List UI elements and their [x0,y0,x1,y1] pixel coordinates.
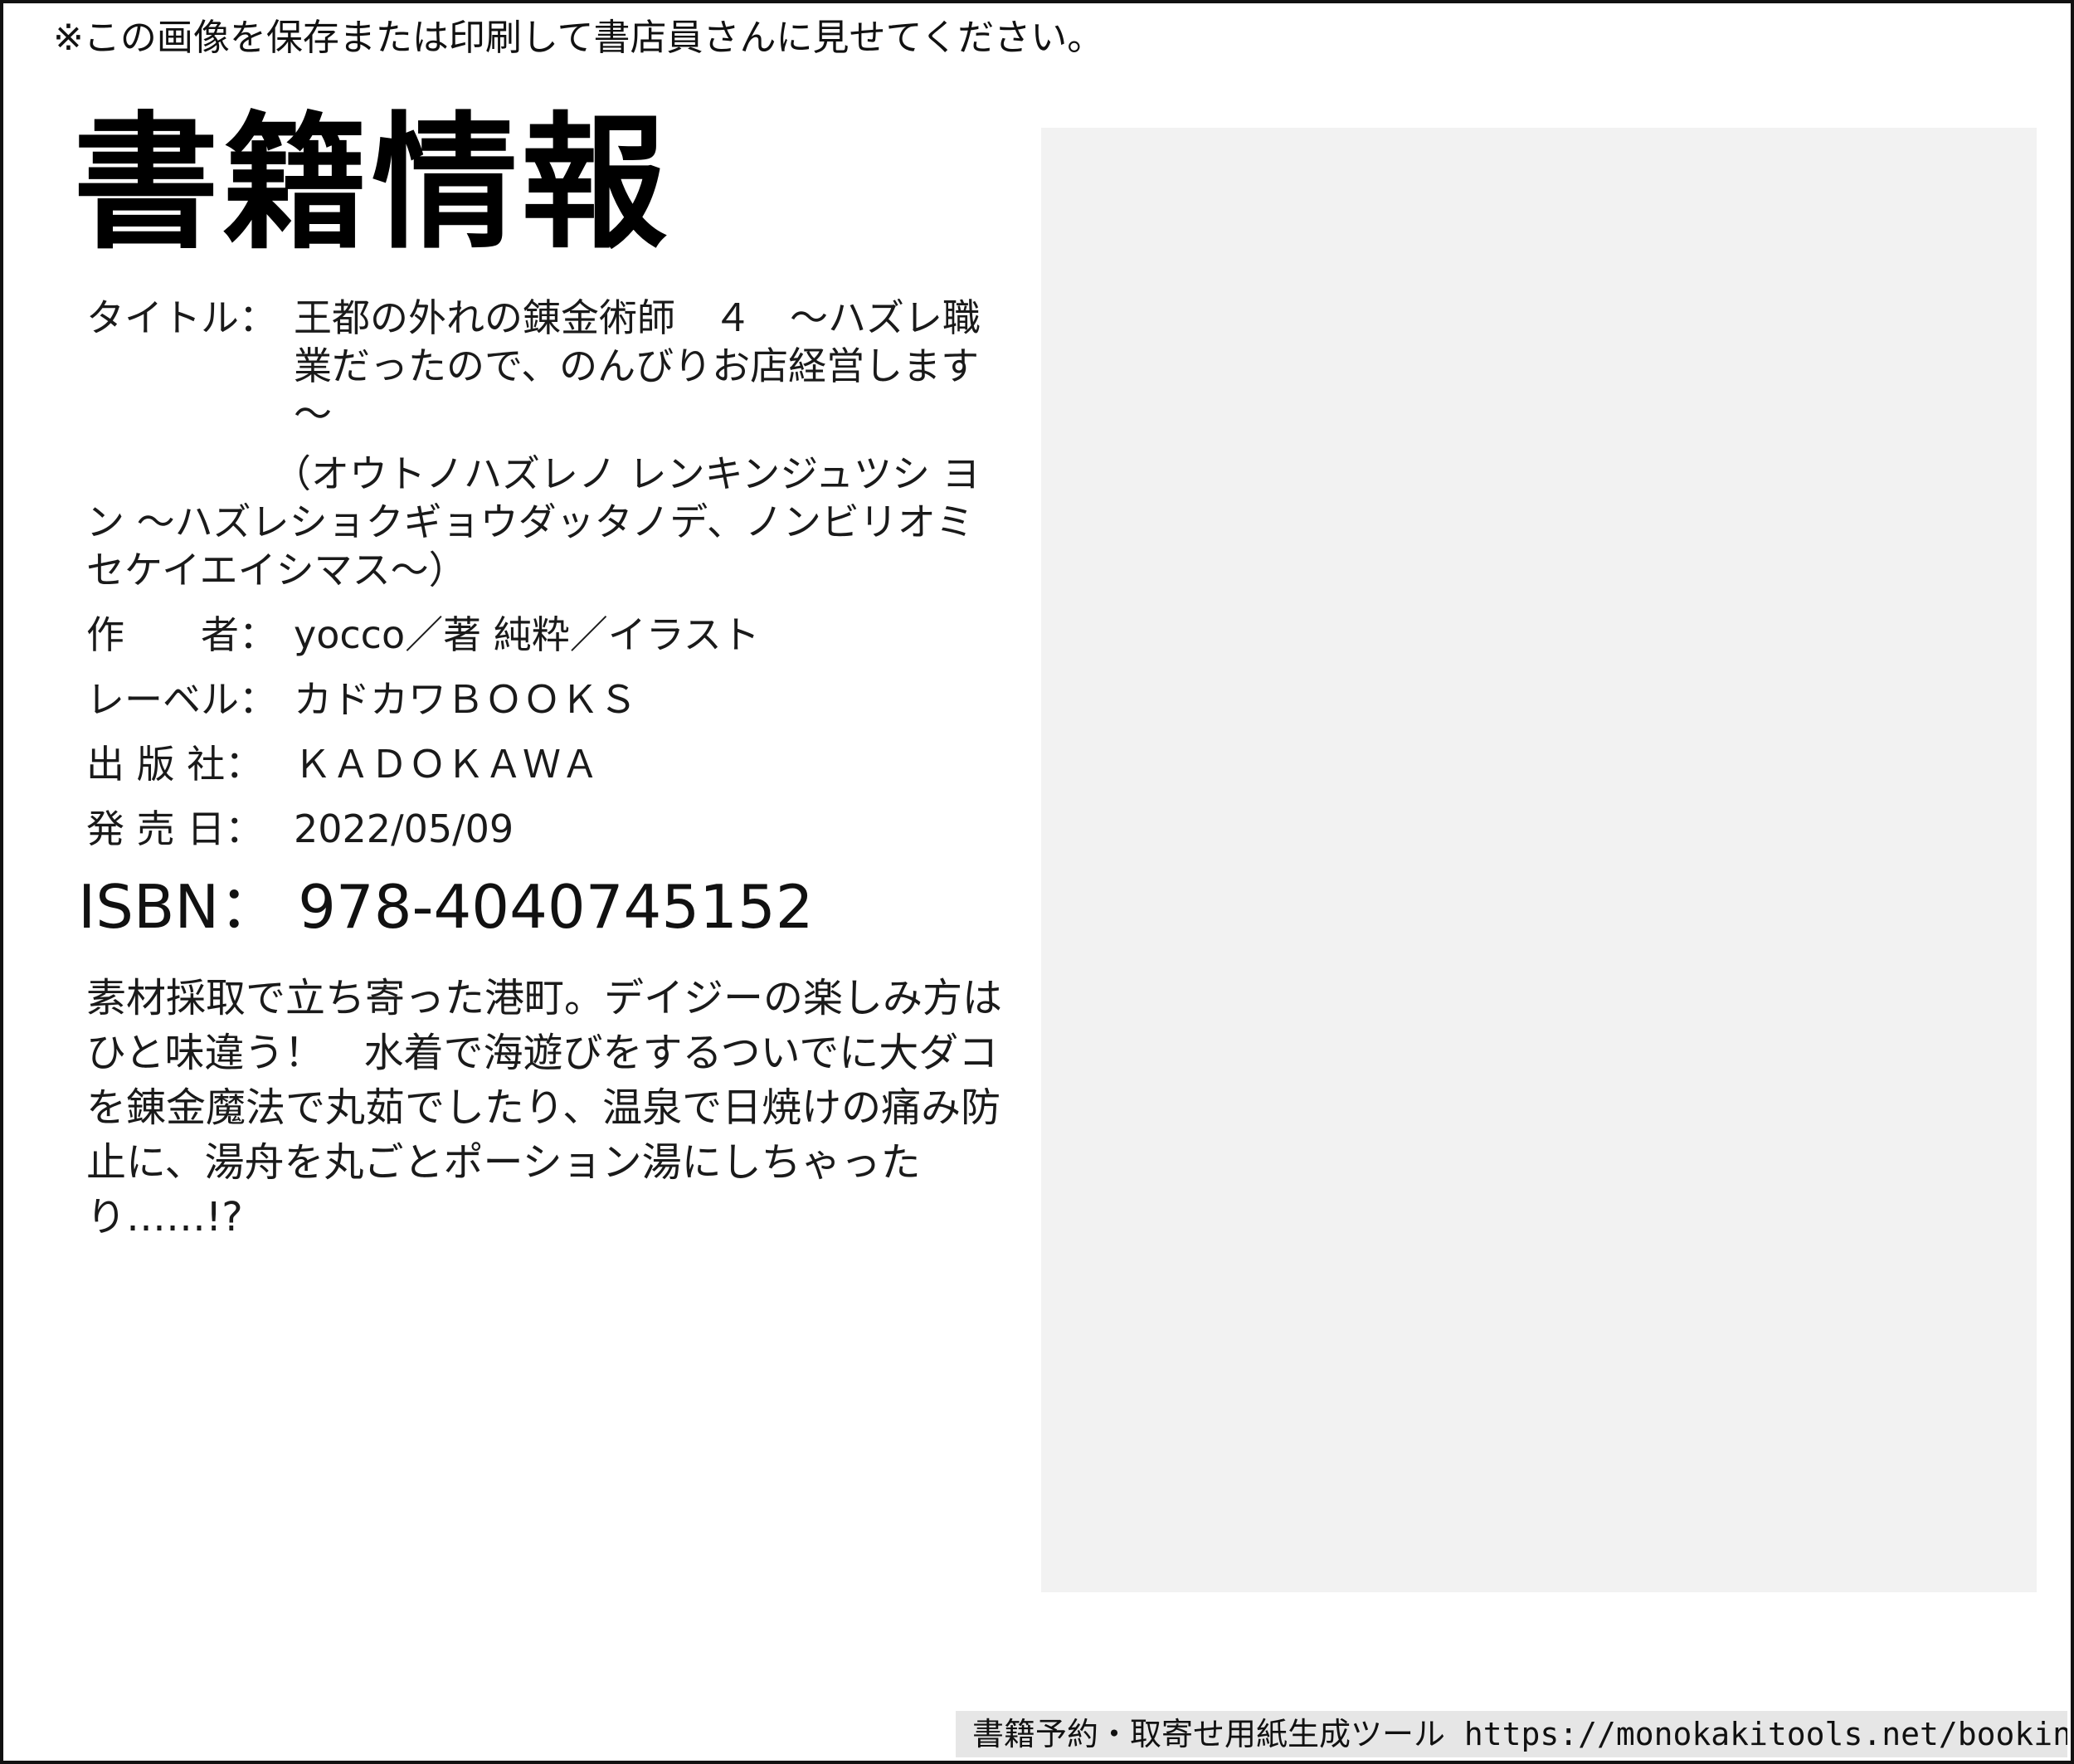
label-label: レーベル： [86,677,277,722]
book-title: 王都の外れの錬金術師 ４ ～ハズレ職業だったので、のんびりお店経営します～ [294,295,981,436]
author-label: 作 者： [86,612,277,657]
book-author: yocco／著 純粋／イラスト [294,612,760,657]
book-label: カドカワＢＯＯＫＳ [294,677,637,722]
book-title-reading: （オウトノハズレノ レンキンジュツシ ヨン ～ハズレショクギョウダッタノデ、ノン… [86,451,981,592]
page-frame: ※この画像を保存または印刷して書店員さんに見せてください。 書籍情報 タイトル：… [0,0,2074,1764]
author-row: 作 者： yocco／著 純粋／イラスト [86,611,1007,659]
release-date-row: 発 売 日： 2022/05/09 [86,805,1007,853]
title-row: タイトル： 王都の外れの錬金術師 ４ ～ハズレ職業だったので、のんびりお店経営し… [86,294,1007,438]
page-title: 書籍情報 [73,97,671,269]
footer-credit: 書籍予約・取寄せ用紙生成ツール https://monokakitools.ne… [956,1711,2067,1757]
release-date-label: 発 売 日： [86,806,264,851]
label-row: レーベル： カドカワＢＯＯＫＳ [86,675,1007,724]
publisher-label: 出 版 社： [86,742,264,787]
notice-text: ※この画像を保存または印刷して書店員さんに見せてください。 [53,17,1104,59]
book-info: タイトル： 王都の外れの錬金術師 ４ ～ハズレ職業だったので、のんびりお店経営し… [78,294,1007,1245]
publisher-row: 出 版 社： ＫＡＤＯＫＡＷＡ [86,740,1007,788]
cover-image [1041,128,2037,1592]
book-publisher: ＫＡＤＯＫＡＷＡ [294,742,599,787]
reading-row: （オウトノハズレノ レンキンジュツシ ヨン ～ハズレショクギョウダッタノデ、ノン… [86,450,1007,594]
isbn: ISBN： 978-4040745152 [78,872,814,942]
book-description: 素材採取で立ち寄った港町。デイジーの楽しみ方はひと味違う！ 水着で海遊びをするつ… [86,975,1003,1240]
title-label: タイトル： [86,295,277,340]
release-date: 2022/05/09 [294,806,514,851]
